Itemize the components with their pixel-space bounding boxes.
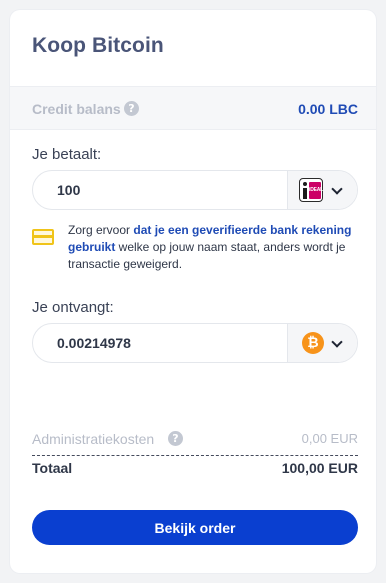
admin-fee-value: 0,00 EUR xyxy=(301,431,358,446)
page-title: Koop Bitcoin xyxy=(32,34,164,57)
total-value: 100,00 EUR xyxy=(281,460,358,476)
currency-select[interactable]: ₿ xyxy=(287,324,357,362)
receive-label: Je ontvangt: xyxy=(32,299,114,316)
pay-amount-input[interactable]: 100 xyxy=(57,182,80,198)
bitcoin-icon: ₿ xyxy=(302,332,324,354)
ideal-icon: iDEAL xyxy=(299,178,323,202)
admin-fee-row: Administratiekosten ? 0,00 EUR xyxy=(32,430,358,450)
admin-fee-label: Administratiekosten xyxy=(32,431,155,447)
chevron-down-icon xyxy=(331,336,343,348)
credit-balance-label: Credit balans xyxy=(32,101,121,117)
question-circle-icon[interactable]: ? xyxy=(168,431,183,446)
receive-amount-input[interactable]: 0.00214978 xyxy=(57,335,131,351)
total-divider xyxy=(32,455,358,456)
pay-label: Je betaalt: xyxy=(32,146,102,163)
chevron-down-icon xyxy=(331,183,343,195)
question-circle-icon[interactable]: ? xyxy=(124,101,139,116)
receive-amount-field: 0.00214978 ₿ xyxy=(32,323,358,363)
ideal-icon-text: iDEAL xyxy=(309,187,324,193)
credit-balance-row: Credit balans ? 0.00 LBC xyxy=(10,86,376,130)
credit-balance-value: 0.00 LBC xyxy=(298,101,358,117)
view-order-button[interactable]: Bekijk order xyxy=(32,510,358,545)
pay-amount-field: 100 iDEAL xyxy=(32,170,358,210)
bank-account-notice: Zorg ervoor dat je een geverifieerde ban… xyxy=(68,223,352,271)
buy-bitcoin-card: Koop Bitcoin Credit balans ? 0.00 LBC Je… xyxy=(10,10,376,573)
payment-method-select[interactable]: iDEAL xyxy=(287,171,357,209)
credit-card-icon xyxy=(32,229,54,245)
total-label: Totaal xyxy=(32,460,73,476)
